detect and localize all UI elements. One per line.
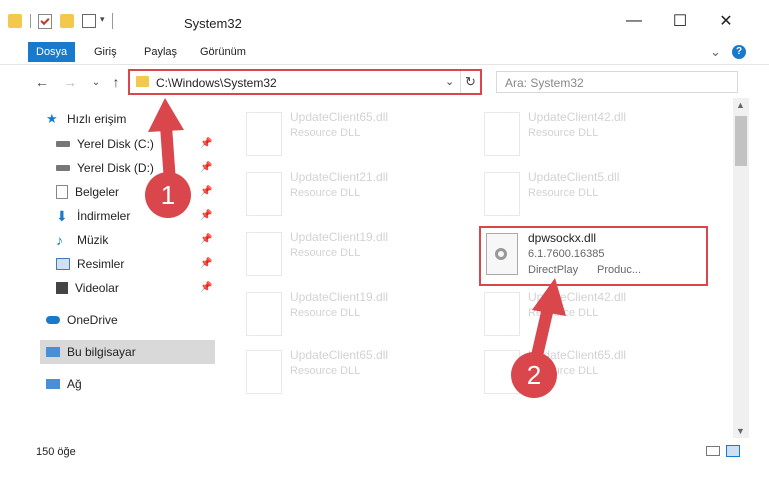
annotation-arrows — [148, 98, 566, 366]
step-badge-2: 2 — [511, 352, 557, 398]
step-badge-1: 1 — [145, 172, 191, 218]
arrow-1 — [148, 98, 184, 188]
arrow-2 — [530, 278, 566, 366]
